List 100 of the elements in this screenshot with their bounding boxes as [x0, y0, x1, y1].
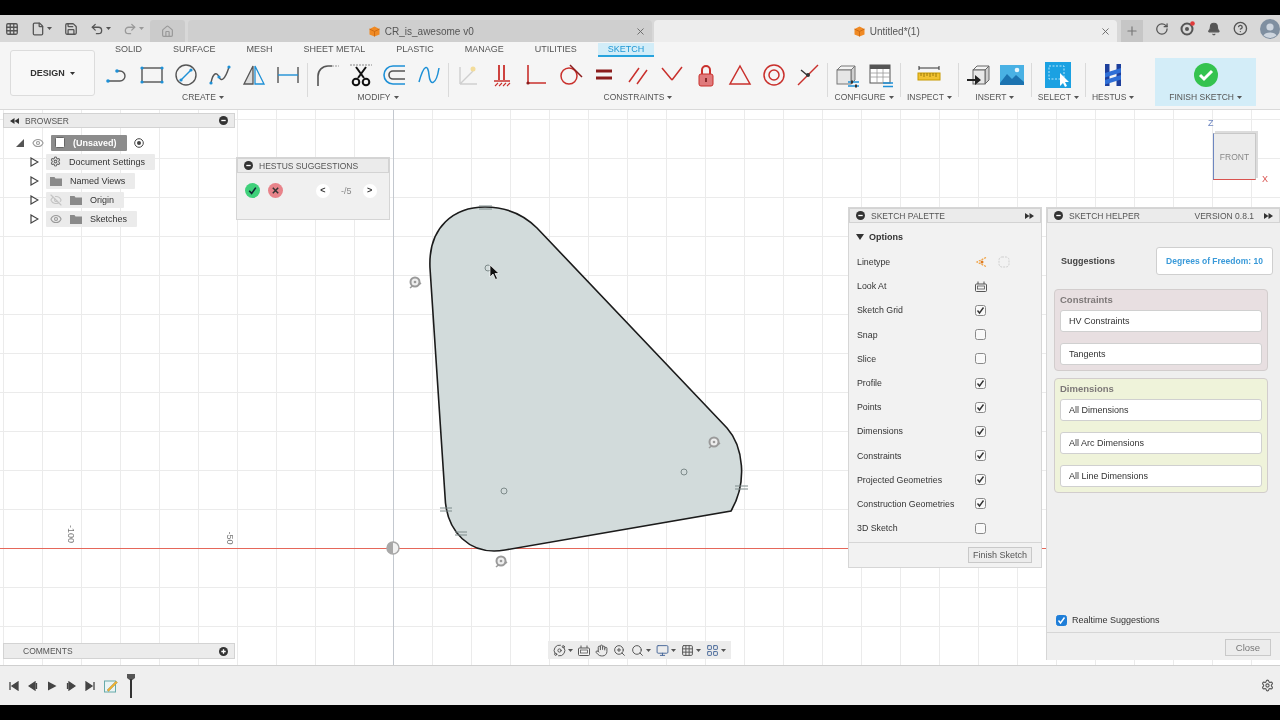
- tree-item[interactable]: Named Views: [46, 172, 136, 189]
- caret-icon[interactable]: [721, 648, 726, 652]
- tree-item[interactable]: Document Settings: [46, 153, 156, 170]
- tool-group-dropdown[interactable]: INSERT: [975, 92, 1015, 102]
- checkbox[interactable]: [975, 425, 986, 437]
- checkbox[interactable]: [975, 304, 986, 316]
- checkbox[interactable]: [975, 353, 986, 365]
- sketch-profile[interactable]: [429, 205, 749, 552]
- caret-icon[interactable]: [1073, 95, 1079, 99]
- triangle-icon[interactable]: [29, 213, 39, 224]
- close-button[interactable]: Close: [1225, 639, 1271, 656]
- offset-icon[interactable]: [382, 62, 408, 88]
- look-at-icon[interactable]: [975, 280, 987, 292]
- step-back-icon[interactable]: [28, 680, 38, 691]
- checkbox[interactable]: [975, 498, 986, 510]
- close-icon[interactable]: [1100, 25, 1111, 37]
- cube-sliders-icon[interactable]: [834, 62, 860, 88]
- suggestion-button[interactable]: All Dimensions: [1060, 399, 1262, 421]
- minus-circle-icon[interactable]: [856, 211, 865, 220]
- ring-marker-icon[interactable]: [495, 555, 508, 568]
- caret-icon[interactable]: [393, 95, 399, 99]
- caret-icon[interactable]: [667, 95, 673, 99]
- bell-icon[interactable]: [1207, 21, 1222, 36]
- minus-circle-icon[interactable]: [1054, 211, 1063, 220]
- triangle-icon[interactable]: [727, 62, 753, 88]
- double-arrow-icon[interactable]: [1025, 212, 1034, 219]
- caret-icon[interactable]: [568, 648, 573, 652]
- reject-x-icon[interactable]: [268, 183, 283, 198]
- status-ring-icon[interactable]: [1180, 21, 1196, 36]
- caret-icon[interactable]: [69, 71, 75, 75]
- workspace-tab[interactable]: SOLID: [105, 43, 152, 57]
- fillet-icon[interactable]: [314, 62, 340, 88]
- target-icon[interactable]: [133, 137, 144, 148]
- concentric-circles-icon[interactable]: [761, 62, 787, 88]
- skip-forward-icon[interactable]: [85, 680, 95, 691]
- caret-icon[interactable]: [218, 95, 224, 99]
- tool-group-dropdown[interactable]: CONFIGURE: [834, 92, 894, 102]
- settings-icon[interactable]: [1261, 679, 1274, 692]
- caret-icon[interactable]: [106, 27, 111, 30]
- ring-marker-icon[interactable]: [708, 436, 721, 449]
- caret-icon[interactable]: [1009, 95, 1015, 99]
- look-at-icon[interactable]: [578, 644, 590, 656]
- accept-check-icon[interactable]: [245, 183, 260, 198]
- section-toggle[interactable]: Options: [849, 223, 903, 250]
- document-tab[interactable]: CR_is_awesome v0: [188, 20, 652, 42]
- caret-icon[interactable]: [888, 95, 894, 99]
- image-icon[interactable]: [998, 62, 1025, 88]
- minus-circle-icon[interactable]: [219, 116, 228, 125]
- undo-icon[interactable]: [90, 21, 104, 36]
- caret-icon[interactable]: [47, 27, 52, 30]
- check-circle-icon[interactable]: [1192, 62, 1219, 88]
- checkbox[interactable]: [975, 450, 986, 462]
- double-arrow-icon[interactable]: [10, 117, 19, 124]
- checkbox[interactable]: [975, 329, 986, 341]
- close-icon[interactable]: [634, 25, 646, 37]
- apps-grid-icon[interactable]: [5, 21, 19, 36]
- double-arrow-icon[interactable]: [1264, 212, 1273, 219]
- viewports-icon[interactable]: [706, 643, 719, 657]
- tool-group-dropdown[interactable]: HESTUS: [1091, 92, 1135, 102]
- caret-icon[interactable]: [671, 648, 676, 652]
- triangle-icon[interactable]: [29, 194, 39, 205]
- triangle-icon[interactable]: [29, 156, 39, 167]
- skip-back-icon[interactable]: [9, 680, 19, 691]
- display-icon[interactable]: [656, 643, 669, 657]
- plus-circle-icon[interactable]: [219, 646, 228, 656]
- eye-icon[interactable]: [32, 136, 44, 149]
- suggestion-button[interactable]: HV Constraints: [1060, 310, 1262, 332]
- tree-item[interactable]: Origin: [46, 191, 124, 208]
- origin-marker-icon[interactable]: [386, 541, 400, 555]
- cube-arrow-icon[interactable]: [964, 62, 991, 88]
- table-icon[interactable]: [868, 62, 894, 88]
- suggestion-button[interactable]: All Line Dimensions: [1060, 465, 1262, 487]
- scissors-icon[interactable]: [348, 62, 374, 88]
- workspace-tab[interactable]: MANAGE: [454, 43, 514, 57]
- checkbox[interactable]: [975, 401, 986, 413]
- construction-line-icon[interactable]: [975, 256, 987, 269]
- circular-arrow-icon[interactable]: [1154, 21, 1169, 36]
- tree-item[interactable]: Sketches: [46, 210, 138, 227]
- orbit-icon[interactable]: [553, 643, 566, 657]
- tangent-icon[interactable]: [557, 62, 583, 88]
- pan-hand-icon[interactable]: [595, 643, 608, 657]
- save-icon[interactable]: [64, 21, 78, 36]
- caret-icon[interactable]: [1129, 95, 1135, 99]
- workspace-tab[interactable]: SHEET METAL: [293, 43, 376, 57]
- tool-group-dropdown[interactable]: INSPECT: [907, 92, 952, 102]
- caret-icon[interactable]: [1237, 95, 1242, 99]
- tool-group-dropdown[interactable]: FINISH SKETCH: [1169, 92, 1242, 102]
- step-forward-icon[interactable]: [66, 680, 76, 691]
- workspace-tab[interactable]: UTILITIES: [524, 43, 587, 57]
- workspace-tab[interactable]: SURFACE: [163, 43, 226, 57]
- help-icon[interactable]: [1233, 21, 1248, 36]
- timeline-marker-icon[interactable]: [127, 673, 135, 698]
- minus-circle-icon[interactable]: [244, 161, 253, 170]
- previous-button[interactable]: <: [316, 183, 330, 198]
- next-button[interactable]: >: [362, 183, 377, 198]
- triangle-icon[interactable]: [15, 137, 25, 148]
- circle-icon[interactable]: [173, 62, 199, 88]
- tool-group-dropdown[interactable]: CREATE: [182, 92, 224, 102]
- selection-box-icon[interactable]: [1045, 62, 1072, 88]
- magnifier-icon[interactable]: [631, 643, 644, 657]
